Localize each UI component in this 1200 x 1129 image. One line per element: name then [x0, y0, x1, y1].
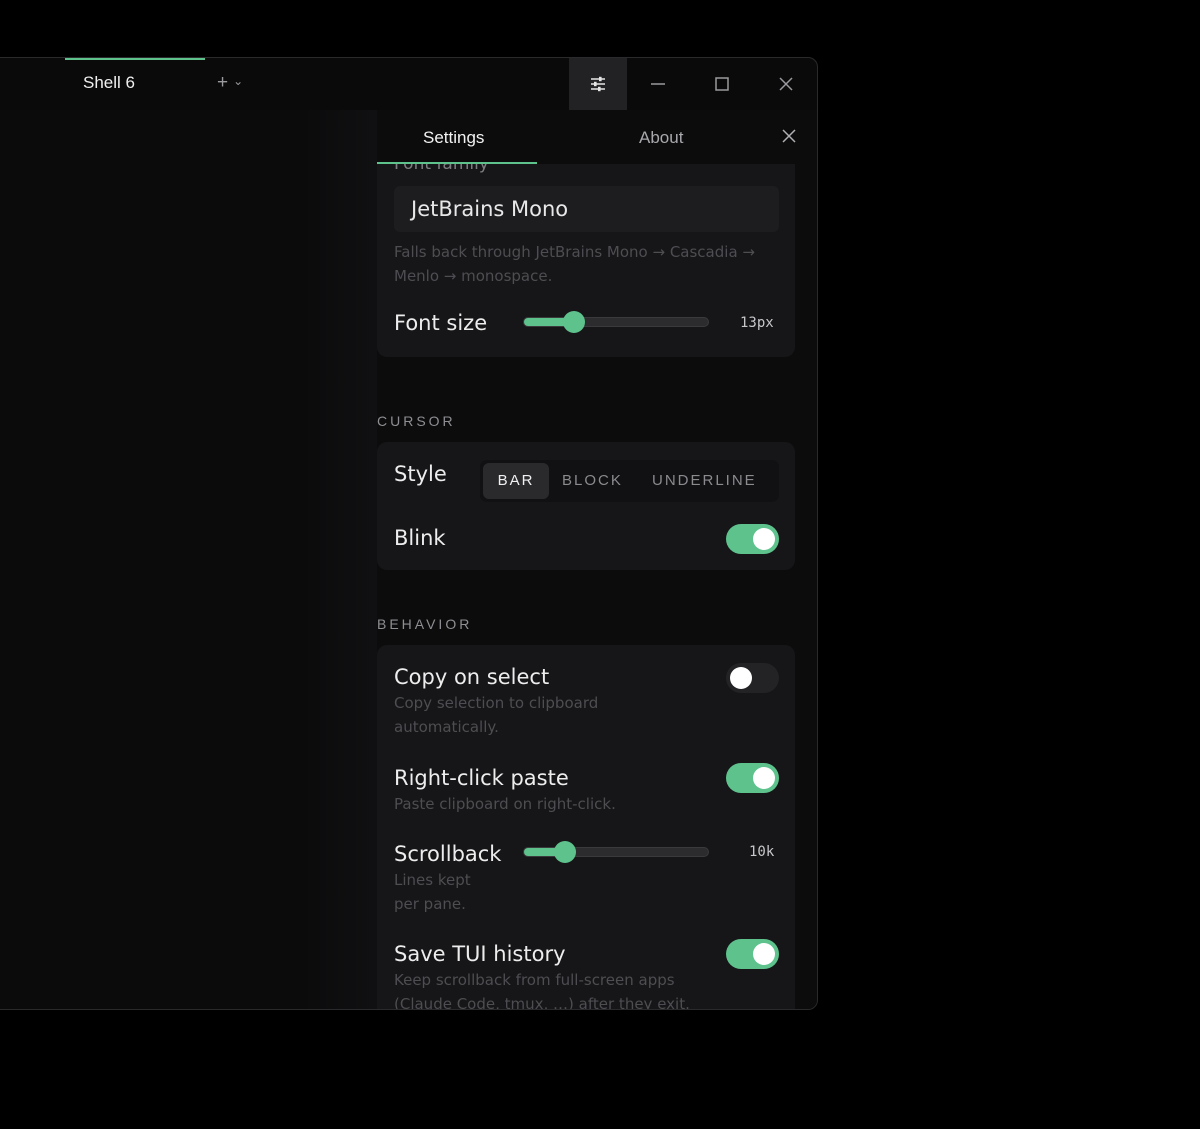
font-family-description: Falls back through JetBrains Mono → Casc…: [394, 243, 755, 285]
panel-tabs: Settings About: [377, 110, 817, 164]
copy-on-select-description: Copy selection to clipboard automaticall…: [394, 694, 599, 736]
save-tui-history-label: Save TUI history: [394, 942, 566, 966]
minimize-button[interactable]: [629, 58, 687, 110]
blink-label: Blink: [394, 526, 446, 550]
scrollback-slider[interactable]: [523, 841, 709, 863]
minimize-icon: [651, 83, 665, 85]
save-tui-history-description: Keep scrollback from full-screen apps (C…: [394, 971, 690, 1010]
scrollback-description: Lines kept per pane.: [394, 871, 471, 913]
plus-icon: +: [217, 72, 229, 93]
font-family-field[interactable]: JetBrains Mono: [394, 186, 779, 232]
font-size-slider-thumb[interactable]: [563, 311, 585, 333]
close-panel-button[interactable]: [781, 128, 797, 148]
close-icon: [779, 77, 793, 91]
cursor-style-bar[interactable]: BAR: [483, 463, 549, 499]
font-size-label: Font size: [394, 311, 488, 335]
maximize-button[interactable]: [693, 58, 751, 110]
right-click-paste-toggle[interactable]: [726, 763, 779, 793]
tab-about[interactable]: About: [639, 128, 683, 148]
save-tui-history-toggle[interactable]: [726, 939, 779, 969]
cursor-card: Style BAR BLOCK UNDERLINE Blink: [377, 442, 795, 570]
right-click-paste-label: Right-click paste: [394, 766, 569, 790]
behavior-card: Copy on select Copy selection to clipboa…: [377, 645, 795, 1010]
scrollback-label: Scrollback: [394, 842, 502, 866]
title-bar: Shell 6 + ⌄: [0, 58, 817, 110]
settings-content[interactable]: Font family JetBrains Mono Falls back th…: [377, 164, 817, 1010]
behavior-section-label: BEHAVIOR: [377, 616, 473, 632]
toggle-knob: [753, 528, 775, 550]
font-size-slider[interactable]: [523, 311, 709, 333]
chevron-down-icon: ⌄: [233, 74, 244, 88]
copy-on-select-toggle[interactable]: [726, 663, 779, 693]
settings-sliders-icon: [591, 76, 605, 92]
tab-settings[interactable]: Settings: [423, 128, 484, 148]
toggle-knob: [753, 767, 775, 789]
settings-button[interactable]: [569, 58, 627, 110]
font-size-value: 13px: [740, 315, 774, 331]
terminal-pane[interactable]: [0, 110, 377, 1009]
settings-panel: Settings About Font family JetBrains Mon…: [377, 110, 817, 1010]
tab-shell[interactable]: Shell 6: [65, 58, 205, 110]
close-window-button[interactable]: [757, 58, 815, 110]
active-tab-indicator: [65, 58, 205, 60]
close-icon: [782, 129, 796, 143]
font-family-label: Font family: [394, 164, 489, 174]
right-click-paste-description: Paste clipboard on right-click.: [394, 795, 616, 813]
scrollback-slider-thumb[interactable]: [554, 841, 576, 863]
scrollback-value: 10k: [749, 844, 775, 860]
cursor-style-segmented-control: BAR BLOCK UNDERLINE: [480, 460, 779, 502]
cursor-style-underline[interactable]: UNDERLINE: [652, 460, 757, 502]
font-card: Font family JetBrains Mono Falls back th…: [377, 164, 795, 357]
tab-label: Shell 6: [83, 73, 135, 92]
cursor-style-block[interactable]: BLOCK: [562, 460, 623, 502]
new-tab-button[interactable]: + ⌄: [217, 72, 243, 94]
maximize-icon: [715, 77, 729, 91]
cursor-style-label: Style: [394, 462, 447, 486]
terminal-window: Shell 6 + ⌄ Settings About Font family J…: [0, 57, 818, 1010]
blink-toggle[interactable]: [726, 524, 779, 554]
font-family-value: JetBrains Mono: [411, 197, 569, 221]
cursor-section-label: CURSOR: [377, 413, 456, 429]
toggle-knob: [730, 667, 752, 689]
copy-on-select-label: Copy on select: [394, 665, 550, 689]
toggle-knob: [753, 943, 775, 965]
